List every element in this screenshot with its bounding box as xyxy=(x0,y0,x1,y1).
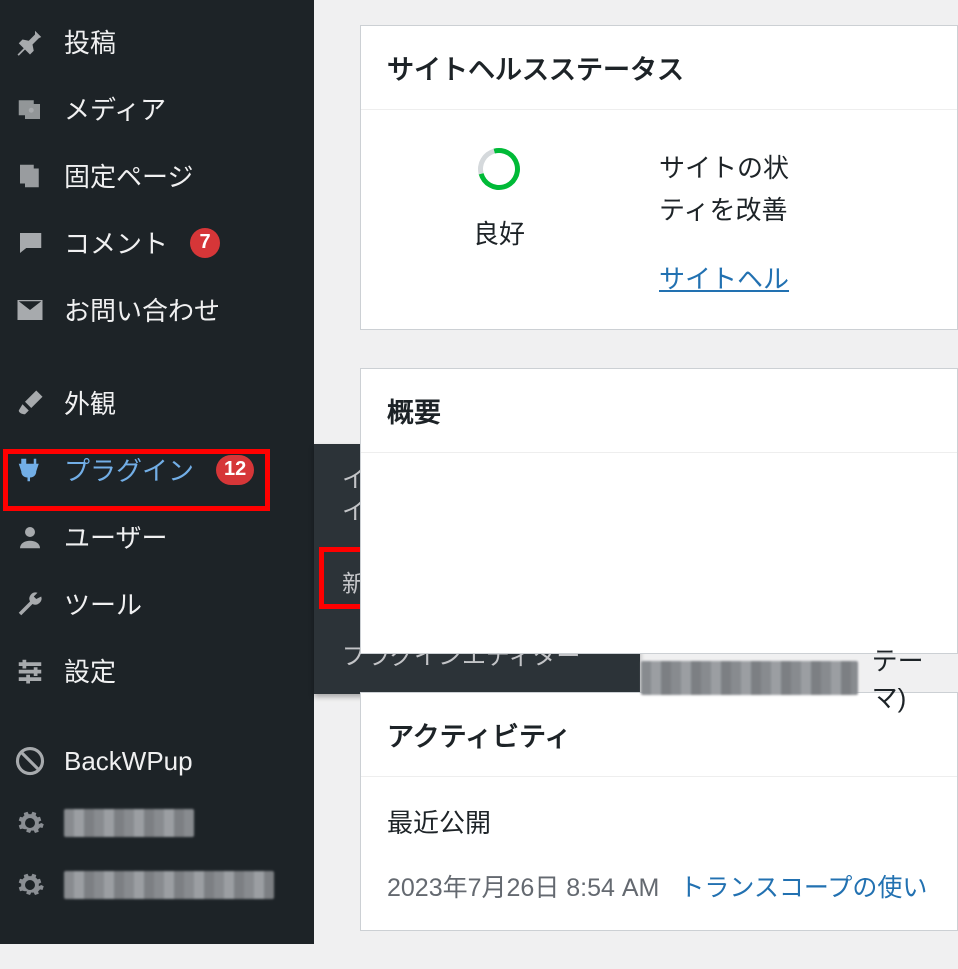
mail-icon xyxy=(14,294,46,326)
health-status-circle xyxy=(470,140,527,197)
sidebar-item-plugins[interactable]: プラグイン 12 xyxy=(0,436,314,503)
activity-post-link[interactable]: トランスコープの使い xyxy=(679,868,927,904)
sidebar-item-pages[interactable]: 固定ページ xyxy=(0,142,314,209)
menu-separator xyxy=(0,704,314,730)
page-icon xyxy=(14,160,46,192)
sidebar-item-obscured-1[interactable] xyxy=(0,792,314,854)
sidebar-item-tools[interactable]: ツール xyxy=(0,570,314,637)
health-desc-line: サイトの状 xyxy=(659,148,789,190)
sidebar-item-users[interactable]: ユーザー xyxy=(0,503,314,570)
sidebar-item-contact[interactable]: お問い合わせ xyxy=(0,276,314,343)
plugins-badge: 12 xyxy=(216,455,254,485)
sidebar-item-appearance[interactable]: 外観 xyxy=(0,369,314,436)
sidebar-item-obscured-2[interactable] xyxy=(0,854,314,916)
comments-badge: 7 xyxy=(190,228,220,258)
sidebar-item-posts[interactable]: 投稿 xyxy=(0,8,314,75)
sidebar-item-label: お問い合わせ xyxy=(64,291,220,328)
plug-icon xyxy=(14,454,46,486)
brush-icon xyxy=(14,387,46,419)
user-icon xyxy=(14,521,46,553)
sidebar-item-label: 投稿 xyxy=(64,23,116,60)
sidebar-item-label: ツール xyxy=(64,585,142,622)
sidebar-item-label: 固定ページ xyxy=(64,157,193,194)
sidebar-item-label: プラグイン xyxy=(64,451,194,488)
site-health-card: サイトヘルスステータス 良好 サイトの状 ティを改善 サイトヘル xyxy=(360,25,958,330)
obscured-label xyxy=(64,871,274,899)
activity-date: 2023年7月26日 8:54 AM xyxy=(387,868,659,904)
activity-subheading: 最近公開 xyxy=(387,803,931,840)
admin-sidebar: 投稿 メディア 固定ページ コメント 7 お問い合わせ 外観 xyxy=(0,0,314,944)
obscured-label xyxy=(64,809,194,837)
dashboard-content: サイトヘルスステータス 良好 サイトの状 ティを改善 サイトヘル 概要 テーマ)… xyxy=(360,25,958,969)
obscured-theme-name xyxy=(641,661,858,695)
card-title: サイトヘルスステータス xyxy=(361,26,957,110)
sidebar-item-label: BackWPup xyxy=(64,746,193,777)
comment-icon xyxy=(14,227,46,259)
sidebar-item-comments[interactable]: コメント 7 xyxy=(0,209,314,276)
sidebar-item-backwpup[interactable]: BackWPup xyxy=(0,730,314,792)
theme-suffix: テーマ) xyxy=(872,641,957,715)
site-health-link[interactable]: サイトヘル xyxy=(659,259,789,301)
sidebar-item-label: ユーザー xyxy=(64,518,167,555)
activity-row: 2023年7月26日 8:54 AM トランスコープの使い xyxy=(387,868,931,904)
wrench-icon xyxy=(14,588,46,620)
sidebar-item-label: メディア xyxy=(64,90,166,127)
sidebar-item-label: 外観 xyxy=(64,384,116,421)
sidebar-item-label: 設定 xyxy=(64,652,116,689)
sidebar-item-settings[interactable]: 設定 xyxy=(0,637,314,704)
pin-icon xyxy=(14,26,46,58)
activity-card: アクティビティ 最近公開 2023年7月26日 8:54 AM トランスコープの… xyxy=(360,692,958,931)
gear-icon xyxy=(14,807,46,839)
overview-card: 概要 テーマ) xyxy=(360,368,958,654)
media-icon xyxy=(14,93,46,125)
sliders-icon xyxy=(14,655,46,687)
card-title: 概要 xyxy=(361,369,957,453)
menu-separator xyxy=(0,343,314,369)
sidebar-item-media[interactable]: メディア xyxy=(0,75,314,142)
sidebar-item-label: コメント xyxy=(64,224,168,261)
health-desc-line: ティを改善 xyxy=(659,190,789,232)
gear-icon xyxy=(14,869,46,901)
health-status-label: 良好 xyxy=(473,214,525,251)
backwpup-icon xyxy=(14,745,46,777)
